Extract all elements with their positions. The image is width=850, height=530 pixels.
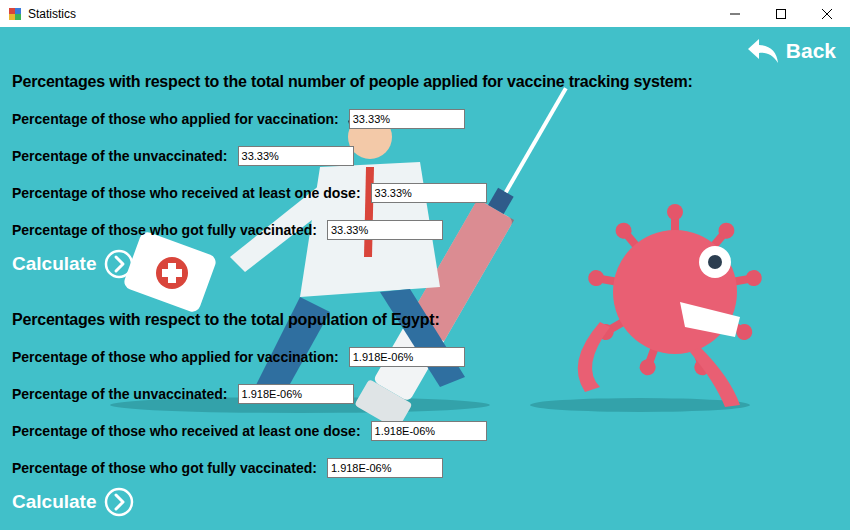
stat-value-field[interactable]: 1.918E-06%: [371, 421, 487, 441]
title-bar: Statistics: [0, 0, 850, 27]
back-arrow-icon: [746, 37, 780, 65]
close-button[interactable]: [804, 0, 850, 27]
circle-arrow-icon: [104, 487, 134, 517]
stat-value-field[interactable]: 1.918E-06%: [349, 347, 465, 367]
stats-section: Percentages with respect to the total po…: [12, 310, 838, 517]
calculate-label: Calculate: [12, 491, 96, 513]
stat-value-field[interactable]: 33.33%: [238, 146, 354, 166]
app-icon: [8, 7, 22, 21]
stat-label: Percentage of those who applied for vacc…: [12, 111, 339, 127]
field-list: Percentage of those who applied for vacc…: [12, 108, 838, 241]
stat-label: Percentage of those who got fully vaccin…: [12, 222, 317, 238]
stat-label: Percentage of those who received at leas…: [12, 423, 361, 439]
stat-row: Percentage of those who applied for vacc…: [12, 108, 838, 130]
stat-row: Percentage of the unvaccinated: 33.33%: [12, 145, 838, 167]
stat-value-field[interactable]: 33.33%: [371, 183, 487, 203]
stat-row: Percentage of those who received at leas…: [12, 420, 838, 442]
stat-value-field[interactable]: 33.33%: [349, 109, 465, 129]
minimize-button[interactable]: [712, 0, 758, 27]
stat-row: Percentage of those who received at leas…: [12, 182, 838, 204]
calculate-label: Calculate: [12, 253, 96, 275]
stat-row: Percentage of those who got fully vaccin…: [12, 219, 838, 241]
maximize-icon: [776, 9, 786, 19]
virus-icon: [578, 204, 763, 407]
back-label: Back: [786, 39, 836, 63]
stat-label: Percentage of those who applied for vacc…: [12, 349, 339, 365]
section-heading: Percentages with respect to the total po…: [12, 310, 838, 330]
main-panel: Back Percentages with respect to the tota…: [0, 27, 850, 530]
shadow-icon: [530, 398, 750, 412]
stat-label: Percentage of those who received at leas…: [12, 185, 361, 201]
stats-section: Percentages with respect to the total nu…: [12, 72, 838, 279]
close-icon: [822, 9, 832, 19]
minimize-icon: [730, 9, 740, 19]
stat-label: Percentage of the unvaccinated:: [12, 148, 228, 164]
stat-value-field[interactable]: 33.33%: [327, 220, 443, 240]
stat-label: Percentage of those who got fully vaccin…: [12, 460, 317, 476]
top-row: Back: [12, 35, 838, 67]
back-button[interactable]: Back: [746, 35, 838, 67]
circle-arrow-icon: [104, 249, 134, 279]
stat-label: Percentage of the unvaccinated:: [12, 386, 228, 402]
stat-row: Percentage of the unvaccinated: 1.918E-06…: [12, 383, 838, 405]
window-title: Statistics: [28, 7, 712, 21]
section-heading: Percentages with respect to the total nu…: [12, 72, 838, 92]
maximize-button[interactable]: [758, 0, 804, 27]
calculate-button[interactable]: Calculate: [12, 249, 134, 279]
stat-value-field[interactable]: 1.918E-06%: [327, 458, 443, 478]
stat-row: Percentage of those who got fully vaccin…: [12, 457, 838, 479]
statistics-window: Statistics Back Percentages with respect t…: [0, 0, 850, 530]
stat-value-field[interactable]: 1.918E-06%: [238, 384, 354, 404]
calculate-button[interactable]: Calculate: [12, 487, 134, 517]
field-list: Percentage of those who applied for vacc…: [12, 346, 838, 479]
stat-row: Percentage of those who applied for vacc…: [12, 346, 838, 368]
